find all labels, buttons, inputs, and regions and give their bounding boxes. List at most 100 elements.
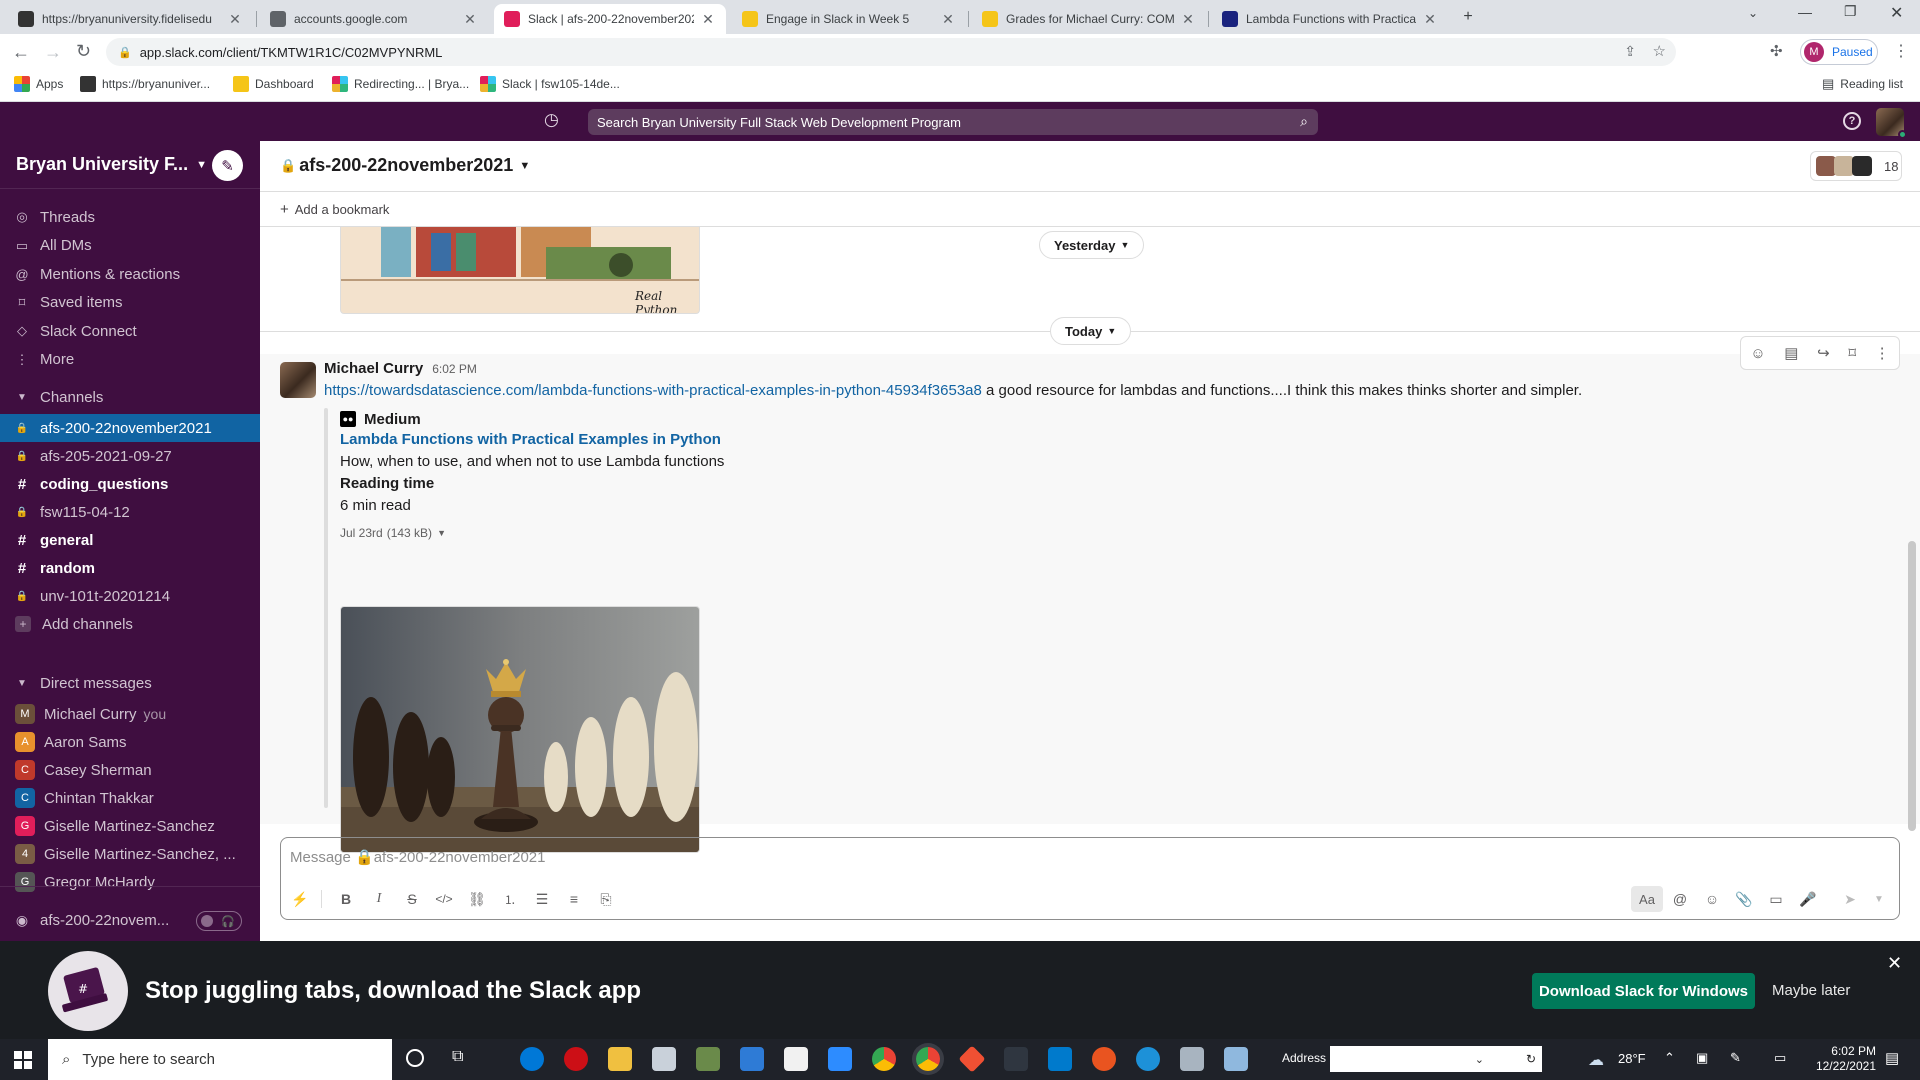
members-button[interactable]: 18	[1810, 151, 1902, 181]
minimize-button[interactable]: —	[1798, 4, 1812, 20]
sidebar-item-saved-items[interactable]: ⌑ Saved items	[0, 289, 260, 317]
maybe-later-button[interactable]: Maybe later	[1772, 982, 1850, 999]
taskbar-search[interactable]: ⌕ Type here to search	[48, 1039, 392, 1080]
sidebar-item-slack-connect[interactable]: ◇ Slack Connect	[0, 317, 260, 345]
save-bookmark-icon[interactable]: ⌑	[1848, 344, 1856, 362]
sidebar-item-threads[interactable]: ◎ Threads	[0, 203, 260, 231]
ubuntu-icon[interactable]	[1092, 1047, 1116, 1071]
date-divider-today[interactable]: Today ▼	[1050, 317, 1132, 345]
docker-icon[interactable]	[1136, 1047, 1160, 1071]
bold-icon[interactable]: B	[333, 886, 359, 912]
dm-item[interactable]: 4 Giselle Martinez-Sanchez, ...	[0, 840, 260, 868]
message-timestamp[interactable]: 6:02 PM	[432, 362, 477, 376]
dm-item[interactable]: G Giselle Martinez-Sanchez	[0, 812, 260, 840]
channel-item[interactable]: 🔒 afs-205-2021-09-27	[0, 442, 260, 470]
zoom-icon[interactable]	[828, 1047, 852, 1071]
add-reaction-icon[interactable]: ☺	[1750, 345, 1765, 362]
browser-menu-icon[interactable]: ⋮	[1893, 41, 1909, 61]
reply-thread-icon[interactable]: ▤	[1784, 344, 1798, 362]
history-icon[interactable]: ◷	[544, 110, 559, 130]
code-icon[interactable]: </>	[431, 886, 457, 912]
browser-tab[interactable]: Lambda Functions with Practical ✕	[1212, 4, 1448, 34]
address-input[interactable]: ⌄	[1330, 1046, 1520, 1072]
bookmark-slack-fsw105[interactable]: Slack | fsw105-14de...	[480, 76, 620, 92]
channel-item[interactable]: 🔒 unv-101t-20201214	[0, 582, 260, 610]
message-composer[interactable]: Message 🔒afs-200-22november2021 ⚡ B I S …	[280, 837, 1900, 920]
message-author[interactable]: Michael Curry	[324, 360, 423, 377]
strikethrough-icon[interactable]: S	[399, 886, 425, 912]
huddle-toggle[interactable]: 🎧	[196, 911, 242, 931]
dm-section-header[interactable]: ▼ Direct messages	[0, 669, 260, 697]
send-icon[interactable]: ➤	[1837, 886, 1863, 912]
file-explorer-icon[interactable]	[608, 1047, 632, 1071]
forward-arrow-icon[interactable]: →	[44, 42, 62, 63]
image-meta[interactable]: Jul 23rd (143 kB) ▼	[340, 524, 1240, 542]
help-icon[interactable]: ?	[1843, 112, 1861, 130]
channel-item[interactable]: # random	[0, 554, 260, 582]
app-icon[interactable]	[1004, 1047, 1028, 1071]
new-tab-button[interactable]: +	[1454, 5, 1482, 29]
close-icon[interactable]: ✕	[1887, 953, 1902, 974]
star-icon[interactable]: ☆	[1653, 42, 1666, 60]
edge-icon[interactable]	[520, 1047, 544, 1071]
message-link[interactable]: https://towardsdatascience.com/lambda-fu…	[324, 382, 982, 399]
tray-app-icon[interactable]: ▣	[1696, 1050, 1708, 1066]
attach-icon[interactable]: 📎	[1731, 886, 1757, 912]
close-tab-icon[interactable]: ✕	[1422, 11, 1438, 28]
huddle-bar[interactable]: ◉ afs-200-22novem... 🎧	[0, 903, 260, 937]
notifications-icon[interactable]: ▤	[1885, 1049, 1899, 1067]
close-tab-icon[interactable]: ✕	[462, 11, 478, 28]
browser-tab[interactable]: https://bryanuniversity.fidelisedu ✕	[8, 4, 253, 34]
unfurl-image[interactable]	[340, 606, 700, 853]
notepad-icon[interactable]	[784, 1047, 808, 1071]
remote-desktop-icon[interactable]	[1180, 1047, 1204, 1071]
channel-item[interactable]: 🔒 fsw115-04-12	[0, 498, 260, 526]
sidebar-item-all-dms[interactable]: ▭ All DMs	[0, 232, 260, 260]
author-avatar[interactable]	[280, 362, 316, 398]
channels-section-header[interactable]: ▼ Channels	[0, 383, 260, 411]
channel-item[interactable]: 🔒 afs-200-22november2021	[0, 414, 260, 442]
close-window-button[interactable]: ✕	[1890, 3, 1903, 23]
refresh-icon[interactable]: ↻	[1520, 1046, 1542, 1072]
vscode-icon[interactable]	[1048, 1047, 1072, 1071]
bookmark-redirecting[interactable]: Redirecting... | Brya...	[332, 76, 469, 92]
profile-button[interactable]: M Paused	[1800, 39, 1878, 65]
channel-item[interactable]: # general	[0, 526, 260, 554]
notes-icon[interactable]	[1224, 1047, 1248, 1071]
reload-icon[interactable]: ↻	[76, 41, 91, 62]
italic-icon[interactable]: I	[366, 886, 392, 912]
close-tab-icon[interactable]: ✕	[700, 11, 716, 28]
chrome-profile-icon[interactable]	[916, 1047, 940, 1071]
share-message-icon[interactable]: ↪	[1817, 344, 1830, 362]
formatting-toggle[interactable]: Aa	[1631, 886, 1663, 912]
bulleted-list-icon[interactable]: ☰	[529, 886, 555, 912]
emoji-icon[interactable]: ☺	[1699, 886, 1725, 912]
minecraft-icon[interactable]	[696, 1047, 720, 1071]
weather-icon[interactable]: ☁	[1588, 1050, 1604, 1070]
code-block-icon[interactable]: ⎘	[593, 886, 619, 912]
close-tab-icon[interactable]: ✕	[227, 11, 243, 28]
cortana-icon[interactable]	[406, 1049, 424, 1067]
sidebar-item-mentions-reactions[interactable]: @ Mentions & reactions	[0, 260, 260, 288]
address-bar[interactable]: 🔒 app.slack.com/client/TKMTW1R1C/C02MVPY…	[106, 38, 1676, 66]
dm-item[interactable]: C Casey Sherman	[0, 756, 260, 784]
opera-icon[interactable]	[564, 1047, 588, 1071]
send-options-icon[interactable]: ▼	[1866, 886, 1892, 912]
share-icon[interactable]: ⇪	[1624, 43, 1636, 60]
sidebar-item-more[interactable]: ⋮ More	[0, 346, 260, 374]
tab-search-icon[interactable]: ⌄	[1748, 6, 1758, 20]
task-view-icon[interactable]: ⧉	[452, 1048, 463, 1066]
reading-list-button[interactable]: ▤ Reading list	[1822, 76, 1903, 92]
chrome-icon[interactable]	[872, 1047, 896, 1071]
shortcuts-icon[interactable]: ⚡	[287, 886, 313, 912]
browser-tab[interactable]: accounts.google.com ✕	[260, 4, 488, 34]
dm-item[interactable]: C Chintan Thakkar	[0, 784, 260, 812]
extensions-icon[interactable]: ✣	[1770, 42, 1783, 60]
message-input[interactable]: Message 🔒afs-200-22november2021	[290, 848, 546, 866]
message-row[interactable]: Michael Curry 6:02 PM https://towardsdat…	[260, 336, 1920, 853]
browser-tab[interactable]: Engage in Slack in Week 5 ✕	[732, 4, 966, 34]
dm-item[interactable]: M Michael Curry you	[0, 700, 260, 728]
mention-icon[interactable]: @	[1667, 886, 1693, 912]
video-icon[interactable]: ▭	[1763, 886, 1789, 912]
bookmark-apps[interactable]: Apps	[14, 76, 63, 92]
